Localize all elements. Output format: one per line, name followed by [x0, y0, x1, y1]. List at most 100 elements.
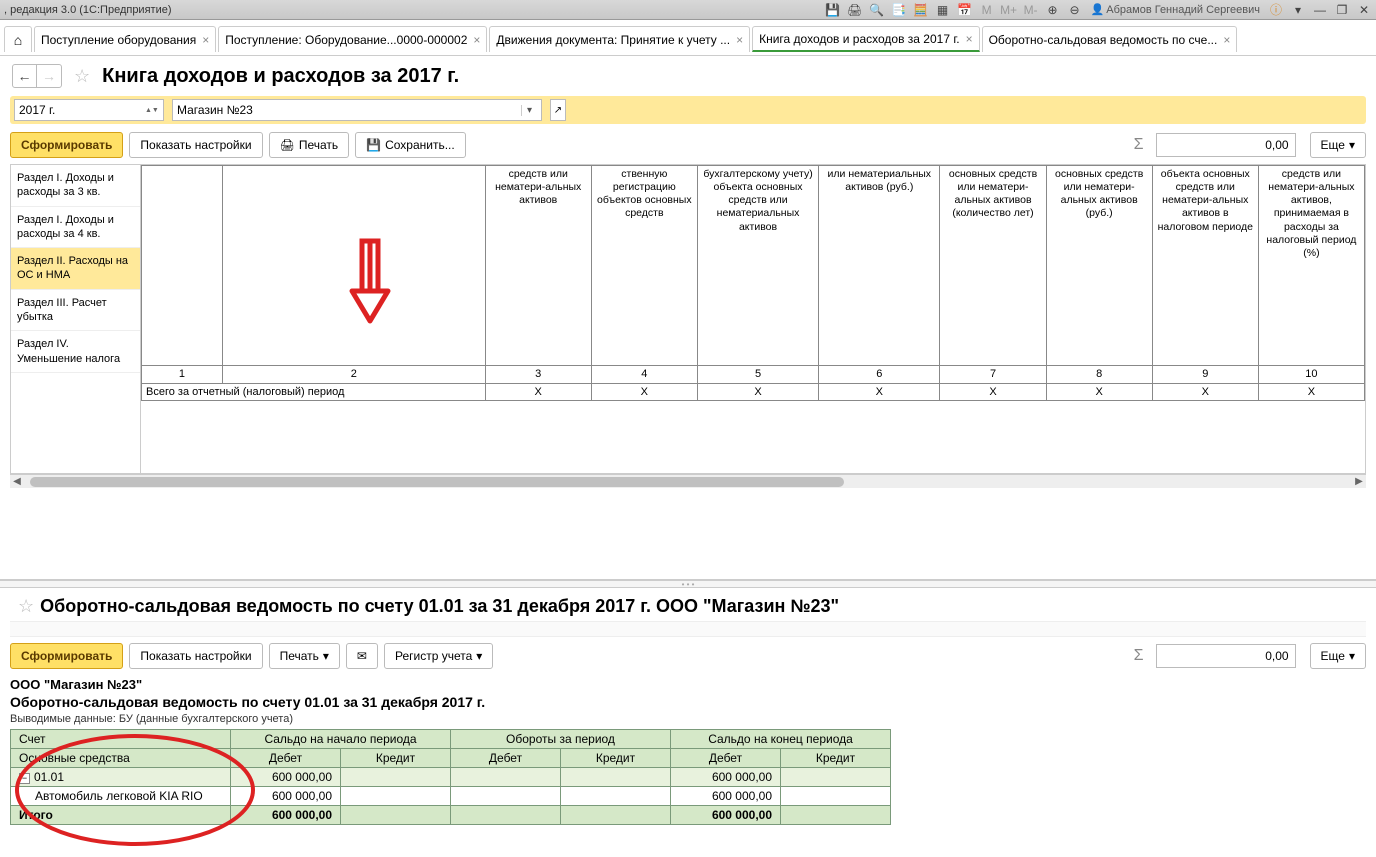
more-button[interactable]: Еще ▾ — [1310, 132, 1366, 158]
titlebar-icons: 💾 🖨 🔍 📑 🧮 ▦ 📅 M M+ M- ⊕ ⊖ 👤 Абрамов Генн… — [825, 2, 1372, 18]
col-account: Счет — [11, 730, 231, 749]
close-icon[interactable]: × — [1223, 33, 1230, 47]
col-header: бухгалтерскому учету) объекта основных с… — [697, 166, 818, 366]
bottom-strip — [10, 621, 1366, 637]
save-button[interactable]: 💾Сохранить... — [355, 132, 466, 158]
table-row-total: Итого 600 000,00 600 000,00 — [11, 806, 891, 825]
m-icon[interactable]: M — [979, 2, 995, 18]
col-header: объекта основных средств или нематери-ал… — [1152, 166, 1258, 366]
open-button[interactable]: ↗ — [550, 99, 566, 121]
col-num: 4 — [591, 366, 697, 384]
sidebar-item-section2[interactable]: Раздел II. Расходы на ОС и НМА — [11, 248, 140, 290]
back-button[interactable]: ← — [13, 65, 37, 87]
col-header: основных средств или нематери-альных акт… — [1046, 166, 1152, 366]
sum-box: Σ — [1126, 644, 1296, 668]
print-button[interactable]: 🖨Печать — [269, 132, 350, 158]
sum-input[interactable] — [1156, 644, 1296, 668]
col-debit: Дебет — [231, 749, 341, 768]
user-label[interactable]: 👤 Абрамов Геннадий Сергеевич — [1089, 3, 1262, 16]
splitter[interactable]: • • • — [0, 580, 1376, 588]
col-num: 9 — [1152, 366, 1258, 384]
data-table: средств или нематери-альных активов стве… — [141, 165, 1365, 401]
col-header: или нематериальных активов (руб.) — [819, 166, 940, 366]
col-os: Основные средства — [11, 749, 231, 768]
table-area[interactable]: средств или нематери-альных активов стве… — [141, 165, 1365, 473]
col-num: 5 — [697, 366, 818, 384]
table-row[interactable]: −01.01 600 000,00 600 000,00 — [11, 768, 891, 787]
mail-icon: ✉ — [357, 649, 367, 663]
report-table: Счет Сальдо на начало периода Обороты за… — [10, 729, 891, 825]
close-icon[interactable]: ✕ — [1356, 2, 1372, 18]
col-debit: Дебет — [451, 749, 561, 768]
tab-5[interactable]: Оборотно-сальдовая ведомость по сче...× — [982, 26, 1238, 52]
form-button[interactable]: Сформировать — [10, 132, 123, 158]
sidebar-item-section4[interactable]: Раздел IV. Уменьшение налога — [11, 331, 140, 373]
chevron-down-icon[interactable]: ▾ — [521, 105, 537, 116]
print-icon[interactable]: 🖨 — [847, 2, 863, 18]
bottom-toolbar: Сформировать Показать настройки Печать ▾… — [0, 639, 1376, 673]
mail-button[interactable]: ✉ — [346, 643, 378, 669]
top-pane: ← → ☆ Книга доходов и расходов за 2017 г… — [0, 56, 1376, 580]
forward-button[interactable]: → — [37, 65, 61, 87]
sum-input[interactable] — [1156, 133, 1296, 157]
total-cell: X — [1152, 384, 1258, 401]
zoom-out-icon[interactable]: ⊖ — [1067, 2, 1083, 18]
sidebar-item-section3[interactable]: Раздел III. Расчет убытка — [11, 290, 140, 332]
report-area: ООО "Магазин №23" Оборотно-сальдовая вед… — [10, 677, 1366, 825]
m-plus-icon[interactable]: M+ — [1001, 2, 1017, 18]
save-icon[interactable]: 💾 — [825, 2, 841, 18]
col-debit: Дебет — [671, 749, 781, 768]
restore-icon[interactable]: ❐ — [1334, 2, 1350, 18]
toolbar: Сформировать Показать настройки 🖨Печать … — [0, 128, 1376, 162]
print-button[interactable]: Печать ▾ — [269, 643, 340, 669]
collapse-icon[interactable]: − — [19, 773, 30, 784]
more-button[interactable]: Еще ▾ — [1310, 643, 1366, 669]
minimize-icon[interactable]: — — [1312, 2, 1328, 18]
page-title: Книга доходов и расходов за 2017 г. — [102, 65, 459, 88]
close-icon[interactable]: × — [473, 33, 480, 47]
tab-3[interactable]: Движения документа: Принятие к учету ...… — [489, 26, 750, 52]
close-icon[interactable]: × — [966, 32, 973, 46]
star-icon[interactable]: ☆ — [74, 66, 90, 87]
tab-2[interactable]: Поступление: Оборудование...0000-000002× — [218, 26, 487, 52]
settings-button[interactable]: Показать настройки — [129, 132, 262, 158]
list-icon[interactable]: 📑 — [891, 2, 907, 18]
m-minus-icon[interactable]: M- — [1023, 2, 1039, 18]
close-icon[interactable]: × — [736, 33, 743, 47]
col-credit: Кредит — [561, 749, 671, 768]
calendar-icon[interactable]: 📅 — [957, 2, 973, 18]
year-select[interactable]: 2017 г. ▲▼ — [14, 99, 164, 121]
h-scrollbar[interactable]: ◀▶ — [10, 474, 1366, 488]
col-end: Сальдо на конец периода — [671, 730, 891, 749]
col-num: 6 — [819, 366, 940, 384]
info-icon[interactable]: ⓘ — [1268, 2, 1284, 18]
table-row[interactable]: Автомобиль легковой KIA RIO 600 000,00 6… — [11, 787, 891, 806]
sum-box: Σ — [1126, 133, 1296, 157]
col-credit: Кредит — [341, 749, 451, 768]
zoom-in-icon[interactable]: ⊕ — [1045, 2, 1061, 18]
dropdown-icon[interactable]: ▾ — [1290, 2, 1306, 18]
total-cell: X — [940, 384, 1046, 401]
sidebar-item-q3[interactable]: Раздел I. Доходы и расходы за 3 кв. — [11, 165, 140, 207]
register-button[interactable]: Регистр учета ▾ — [384, 643, 493, 669]
form-button[interactable]: Сформировать — [10, 643, 123, 669]
home-button[interactable]: ⌂ — [4, 26, 32, 52]
col-num: 2 — [222, 366, 485, 384]
total-cell: X — [591, 384, 697, 401]
star-icon[interactable]: ☆ — [18, 596, 34, 617]
calc-icon[interactable]: 🧮 — [913, 2, 929, 18]
total-cell: X — [819, 384, 940, 401]
tab-4[interactable]: Книга доходов и расходов за 2017 г.× — [752, 26, 980, 52]
store-select[interactable]: Магазин №23 ▾ — [172, 99, 542, 121]
grid-icon[interactable]: ▦ — [935, 2, 951, 18]
tab-1[interactable]: Поступление оборудования× — [34, 26, 216, 52]
settings-button[interactable]: Показать настройки — [129, 643, 262, 669]
spinner-icon[interactable]: ▲▼ — [145, 107, 159, 114]
disk-icon: 💾 — [366, 138, 381, 152]
close-icon[interactable]: × — [202, 33, 209, 47]
preview-icon[interactable]: 🔍 — [869, 2, 885, 18]
col-num: 3 — [485, 366, 591, 384]
col-credit: Кредит — [781, 749, 891, 768]
report-title: Оборотно-сальдовая ведомость по счету 01… — [10, 694, 1366, 710]
sidebar-item-q4[interactable]: Раздел I. Доходы и расходы за 4 кв. — [11, 207, 140, 249]
